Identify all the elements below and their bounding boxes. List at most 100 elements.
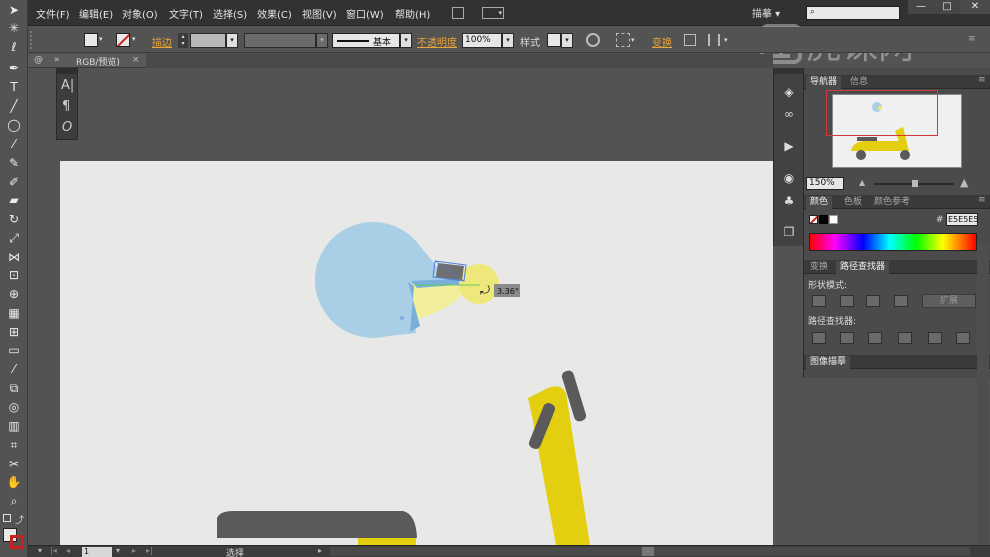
pencil-tool-icon[interactable]: ✎	[5, 155, 23, 171]
tab-info[interactable]: 信息	[846, 76, 872, 89]
expand-button[interactable]: 扩展	[922, 294, 976, 308]
isolate-object-icon[interactable]	[684, 34, 696, 46]
stroke-weight-input[interactable]	[190, 33, 226, 48]
prev-artboard-icon[interactable]: ◂	[66, 546, 70, 555]
menu-help[interactable]: 帮助(H)	[395, 6, 430, 21]
scale-tool-icon[interactable]: ⤢	[5, 230, 23, 246]
type-tool-icon[interactable]: T	[5, 79, 23, 95]
hand-tool-icon[interactable]: ✋	[5, 474, 23, 490]
rotate-tool-icon[interactable]: ↻	[5, 211, 23, 227]
tab-swatches[interactable]: 色板	[840, 196, 866, 209]
arrange-documents-icon[interactable]: ▾	[482, 7, 504, 19]
graphic-style-dropdown[interactable]: ▾	[561, 33, 573, 48]
artboard-number-input[interactable]: 1	[82, 547, 112, 557]
fill-dropdown-arrow-icon[interactable]: ▾	[99, 35, 103, 43]
lasso-tool-icon[interactable]: ℓ	[5, 39, 23, 55]
blob-brush-icon[interactable]: ✐	[5, 174, 23, 190]
black-swatch[interactable]	[819, 215, 828, 224]
eyedropper-icon[interactable]: ⁄	[5, 361, 23, 377]
tab-image-trace[interactable]: 图像描摹	[806, 356, 851, 369]
ellipse-tool-icon[interactable]: ◯	[5, 117, 23, 133]
artboard-dropdown-arrow-icon[interactable]: ▾	[116, 546, 120, 555]
graph-tool-icon[interactable]: ▥	[5, 418, 23, 434]
zoom-in-icon[interactable]: ▲	[960, 176, 968, 189]
helmet-shape[interactable]	[314, 221, 446, 338]
tab-pathfinder[interactable]: 路径查找器	[836, 261, 890, 274]
zoom-slider-thumb[interactable]	[912, 180, 918, 187]
canvas-area[interactable]: ⤾ 3.36°	[28, 68, 773, 545]
graphic-style-swatch[interactable]	[547, 33, 561, 47]
stroke-weight-dropdown[interactable]: ▾	[226, 33, 238, 48]
menu-type[interactable]: 文字(T)	[169, 6, 203, 21]
transform-label[interactable]: 变换	[652, 34, 672, 49]
align-dropdown-arrow-icon[interactable]: ▾	[631, 36, 635, 44]
merge-button[interactable]	[868, 332, 882, 344]
bridge-icon[interactable]	[452, 7, 464, 19]
gradient-tool-icon[interactable]: ▭	[5, 342, 23, 358]
menu-view[interactable]: 视图(V)	[302, 6, 337, 21]
seat-shape[interactable]	[217, 511, 417, 538]
menu-object[interactable]: 对象(O)	[122, 6, 158, 21]
control-bar-menu-icon[interactable]: ≡	[968, 34, 976, 44]
symbol-sprayer-icon[interactable]: ◎	[5, 399, 23, 415]
brush-dropdown[interactable]: ▾	[400, 33, 412, 48]
opacity-dropdown[interactable]: ▾	[502, 33, 514, 48]
width-tool-icon[interactable]: ⋈	[5, 249, 23, 265]
tab-color[interactable]: 颜色	[806, 196, 833, 209]
flip-dropdown-arrow-icon[interactable]: ▾	[724, 36, 728, 44]
mesh-tool-icon[interactable]: ⊞	[5, 324, 23, 340]
minus-back-button[interactable]	[956, 332, 970, 344]
none-color-swatch[interactable]	[809, 215, 818, 224]
status-menu-arrow-icon[interactable]: ▸	[318, 546, 322, 555]
panel-grip[interactable]	[774, 68, 803, 74]
slice-tool-icon[interactable]: ✂	[5, 456, 23, 472]
appearance-icon[interactable]: ◉	[780, 170, 798, 186]
color-menu-icon[interactable]: ≡	[978, 195, 986, 205]
stroke-color-swatch[interactable]	[116, 33, 130, 47]
trim-button[interactable]	[840, 332, 854, 344]
variable-width-dropdown[interactable]: ▾	[316, 33, 328, 48]
opentype-icon[interactable]: O	[62, 120, 72, 135]
actions-play-icon[interactable]: ▶	[780, 138, 798, 154]
white-swatch[interactable]	[829, 215, 838, 224]
horizontal-scroll-thumb[interactable]	[642, 547, 654, 556]
workspace-switcher[interactable]: 描摹 ▾	[752, 5, 780, 20]
selection-tool-icon[interactable]: ➤	[5, 2, 23, 18]
magic-wand-icon[interactable]: ✳	[5, 20, 23, 36]
panel-grip[interactable]	[57, 69, 77, 74]
maximize-button[interactable]: □	[934, 0, 960, 14]
exclude-button[interactable]	[894, 295, 908, 307]
paragraph-icon[interactable]: ¶	[62, 99, 70, 114]
brush-definition[interactable]: 基本	[332, 33, 400, 48]
document-tab-close[interactable]: ×	[132, 55, 140, 65]
symbols-icon[interactable]: ♣	[780, 193, 798, 209]
menu-effect[interactable]: 效果(C)	[257, 6, 292, 21]
first-artboard-icon[interactable]: |◂	[50, 546, 57, 555]
swap-colors-icon[interactable]: ⤴	[15, 513, 24, 526]
flip-icon[interactable]	[708, 34, 720, 46]
next-artboard-icon[interactable]: ▸	[132, 546, 136, 555]
hex-input[interactable]: E5E5E5	[946, 213, 978, 226]
pen-tool-icon[interactable]: ✒	[5, 60, 23, 76]
fill-color-swatch[interactable]	[84, 33, 98, 47]
unite-button[interactable]	[812, 295, 826, 307]
navigator-view-box[interactable]	[826, 90, 938, 136]
navigator-menu-icon[interactable]: ≡	[978, 75, 986, 85]
character-icon[interactable]: A|	[61, 78, 74, 93]
close-button[interactable]: ✕	[960, 0, 990, 14]
shape-builder-icon[interactable]: ⊕	[5, 286, 23, 302]
artboards-icon[interactable]: ❐	[780, 224, 798, 240]
tab-transform[interactable]: 变换	[806, 261, 832, 274]
menu-select[interactable]: 选择(S)	[213, 6, 247, 21]
menu-window[interactable]: 窗口(W)	[346, 6, 384, 21]
layers-icon[interactable]: ◈	[780, 84, 798, 100]
perspective-grid-icon[interactable]: ▦	[5, 305, 23, 321]
horizontal-scrollbar[interactable]	[330, 547, 970, 556]
color-spectrum[interactable]	[809, 233, 977, 251]
free-transform-icon[interactable]: ⊡	[5, 267, 23, 283]
blend-tool-icon[interactable]: ⧉	[5, 380, 23, 396]
status-dropdown-arrow-icon[interactable]: ▾	[38, 546, 42, 555]
stroke-label[interactable]: 描边	[152, 34, 172, 49]
last-artboard-icon[interactable]: ▸|	[146, 546, 153, 555]
line-tool-icon[interactable]: ╱	[5, 98, 23, 114]
